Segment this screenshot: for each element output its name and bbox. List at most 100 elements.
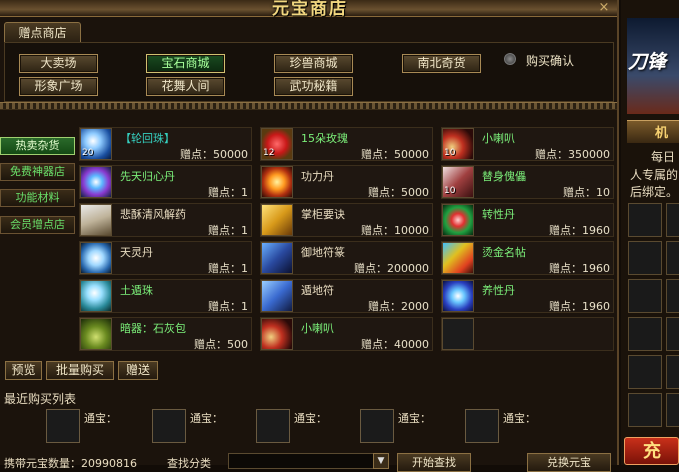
search-category-select[interactable] (228, 453, 374, 469)
item-name: 御地符篆 (301, 246, 345, 259)
shop-item-cell[interactable]: 小喇叭赠点：40000 (260, 317, 433, 351)
side-menu-free-artifact[interactable]: 免费神器店 (0, 163, 75, 181)
item-quantity: 20 (82, 148, 94, 158)
recent-slot-label: 通宝： (294, 412, 327, 425)
recent-purchases-title: 最近购买列表 (4, 392, 77, 406)
promo-slot[interactable] (628, 317, 662, 351)
recent-slot-label: 通宝： (398, 412, 431, 425)
spirit-swirl-icon[interactable] (80, 242, 112, 274)
currency-label-text: 携带元宝数量： (4, 457, 81, 470)
crystal-ball-icon[interactable] (80, 280, 112, 312)
shop-item-cell[interactable]: 先天归心丹赠点：1 (79, 165, 252, 199)
promo-slot[interactable] (666, 355, 679, 389)
window-title: 元宝商店 (272, 0, 348, 19)
promo-slot[interactable] (628, 203, 662, 237)
item-price: 赠点：1960 (549, 300, 610, 313)
close-button[interactable]: × (597, 1, 611, 14)
empty-slot[interactable] (442, 318, 474, 350)
item-name: 悲酥清风解药 (120, 208, 186, 221)
recent-slot[interactable] (465, 409, 499, 443)
blue-crystal-icon[interactable] (442, 280, 474, 312)
shop-item-cell[interactable]: 10 替身傀儡 赠点：10 (441, 165, 614, 199)
side-menu-member-shop[interactable]: 会员增点店 (0, 216, 75, 234)
bulk-buy-button[interactable]: 批量购买 (46, 361, 114, 380)
dropdown-arrow-icon[interactable]: ▼ (373, 453, 389, 469)
promo-slot[interactable] (666, 241, 679, 275)
promo-slot[interactable] (666, 317, 679, 351)
recent-slot[interactable] (152, 409, 186, 443)
shop-item-cell[interactable]: 功力丹 赠点：5000 (260, 165, 433, 199)
recent-slot[interactable] (46, 409, 80, 443)
gift-button[interactable]: 赠送 (118, 361, 158, 380)
item-name: 小喇叭 (301, 322, 334, 335)
golden-book-icon[interactable] (261, 204, 293, 236)
recent-slot-label: 通宝： (190, 412, 223, 425)
recharge-button[interactable]: 充 (624, 437, 679, 465)
category-button-pet-mall[interactable]: 珍兽商城 (274, 54, 353, 73)
lime-bag-icon[interactable] (80, 318, 112, 350)
item-price: 赠点：10000 (361, 224, 429, 237)
potion-bottle-icon[interactable] (80, 204, 112, 236)
promo-slot[interactable] (628, 355, 662, 389)
recent-slot-label: 通宝： (84, 412, 117, 425)
talisman-book-icon[interactable] (261, 242, 293, 274)
recent-slot[interactable] (360, 409, 394, 443)
item-name: 先天归心丹 (120, 170, 175, 183)
category-button-martial-arts[interactable]: 武功秘籍 (274, 77, 353, 96)
item-price: 赠点：2000 (368, 300, 429, 313)
item-price: 赠点：350000 (535, 148, 610, 161)
swirl-orb-icon[interactable] (80, 166, 112, 198)
shop-item-cell[interactable]: 悲酥清风解药 赠点：1 (79, 203, 252, 237)
promo-slot[interactable] (666, 279, 679, 313)
item-price: 赠点：1 (208, 186, 248, 199)
shop-item-cell[interactable]: 御地符篆 赠点：200000 (260, 241, 433, 275)
item-price: 赠点：40000 (361, 338, 429, 351)
promo-slot[interactable] (628, 279, 662, 313)
item-quantity: 10 (444, 186, 456, 196)
promo-slot[interactable] (628, 393, 662, 427)
preview-button[interactable]: 预览 (5, 361, 42, 380)
shop-item-cell[interactable]: 遁地符 赠点：2000 (260, 279, 433, 313)
promo-tag-bar (627, 120, 679, 143)
fire-pill-icon[interactable] (261, 166, 293, 198)
promo-slot[interactable] (666, 393, 679, 427)
shop-item-cell[interactable]: 养性丹 赠点：1960 (441, 279, 614, 313)
item-grid: 20 【轮回珠】 赠点：50000 12 15朵玫瑰 赠点：50000 10 小喇叭 赠点：35… (79, 127, 614, 354)
promo-text: 人专属的 (630, 168, 679, 182)
earth-talisman-icon[interactable] (261, 280, 293, 312)
item-name: 土遁珠 (120, 284, 153, 297)
item-quantity: 10 (444, 148, 456, 158)
category-button-gem-mall[interactable]: 宝石商城 (146, 54, 225, 73)
promo-slot[interactable] (666, 203, 679, 237)
category-button-appearance[interactable]: 形象广场 (19, 77, 98, 96)
ornament-divider (0, 102, 617, 110)
shop-item-cell[interactable]: 掌柜要诀赠点：10000 (260, 203, 433, 237)
shop-item-cell[interactable]: 转性丹 赠点：1960 (441, 203, 614, 237)
item-price: 赠点：500 (194, 338, 248, 351)
shop-item-cell[interactable]: 10 小喇叭 赠点：350000 (441, 127, 614, 161)
purchase-confirm-radio[interactable] (504, 53, 516, 65)
shop-item-cell[interactable]: 天灵丹 赠点：1 (79, 241, 252, 275)
category-button-rare-goods[interactable]: 南北奇货 (402, 54, 481, 73)
recent-slot[interactable] (256, 409, 290, 443)
tab-gift-points-shop[interactable]: 赠点商店 (4, 22, 81, 44)
green-pill-icon[interactable] (442, 204, 474, 236)
horn-icon[interactable] (261, 318, 293, 350)
exchange-currency-button[interactable]: 兑换元宝 (527, 453, 611, 472)
side-menu-materials[interactable]: 功能材料 (0, 189, 75, 207)
start-search-button[interactable]: 开始查找 (397, 453, 471, 472)
category-button-flowers[interactable]: 花舞人间 (146, 77, 225, 96)
promo-slot[interactable] (628, 241, 662, 275)
empty-item-cell[interactable] (441, 317, 614, 351)
item-price: 赠点：10 (563, 186, 610, 199)
shop-item-cell[interactable]: 烫金名帖 赠点：1960 (441, 241, 614, 275)
side-menu-hot-items[interactable]: 热卖杂货 (0, 137, 75, 155)
gold-card-icon[interactable] (442, 242, 474, 274)
shop-item-cell[interactable]: 暗器：石灰包 赠点：500 (79, 317, 252, 351)
shop-item-cell[interactable]: 土遁珠 赠点：1 (79, 279, 252, 313)
promo-tag: 机 (655, 126, 669, 141)
item-name: 掌柜要诀 (301, 208, 345, 221)
category-button-market[interactable]: 大卖场 (19, 54, 98, 73)
shop-item-cell[interactable]: 20 【轮回珠】 赠点：50000 (79, 127, 252, 161)
shop-item-cell[interactable]: 12 15朵玫瑰 赠点：50000 (260, 127, 433, 161)
